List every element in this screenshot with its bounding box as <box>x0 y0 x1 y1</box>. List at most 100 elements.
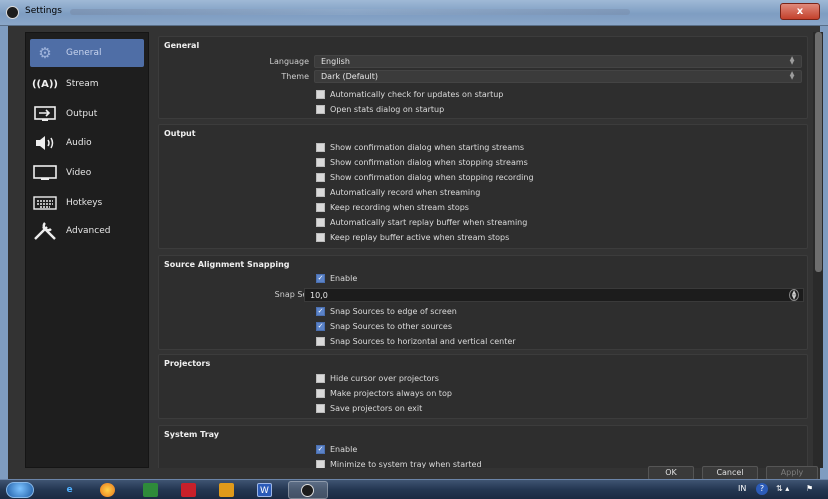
checkbox-label: Automatically check for updates on start… <box>330 90 504 99</box>
sidebar-item-label: Audio <box>66 138 92 148</box>
checkbox-label: Show confirmation dialog when stopping s… <box>330 158 528 167</box>
sidebar-item-label: Video <box>66 168 92 178</box>
sidebar-item-stream[interactable]: ((A)) Stream <box>30 70 144 98</box>
tray-arrows-icon[interactable]: ⇅ ▴ <box>776 484 789 493</box>
projector-option-checkbox[interactable]: Save projectors on exit <box>316 404 422 413</box>
settings-sidebar: ⚙ General ((A)) Stream Output Audio Vide… <box>25 32 149 468</box>
output-option-checkbox[interactable]: Show confirmation dialog when stopping r… <box>316 173 534 182</box>
cancel-button[interactable]: Cancel <box>702 466 758 480</box>
check-updates-checkbox[interactable]: Automatically check for updates on start… <box>316 90 503 99</box>
antenna-icon: ((A)) <box>31 78 59 90</box>
snap-sensitivity-spinbox[interactable]: 10,0 ▲ ▼ <box>304 288 804 302</box>
checkbox-box: ✓ <box>316 274 325 283</box>
checkbox-label: Snap Sources to other sources <box>330 322 453 331</box>
sidebar-item-label: Advanced <box>66 226 111 236</box>
theme-select[interactable]: Dark (Default) ▲ ▼ <box>314 70 802 83</box>
scrollbar-thumb[interactable] <box>815 32 822 272</box>
ok-button[interactable]: OK <box>648 466 694 480</box>
sidebar-item-label: Stream <box>66 79 99 89</box>
projectors-group: Projectors Hide cursor over projectors M… <box>158 354 808 419</box>
checkbox-box <box>316 460 325 468</box>
checkbox-label: Save projectors on exit <box>330 404 423 413</box>
checkbox-box: ✓ <box>316 307 325 316</box>
sidebar-item-audio[interactable]: Audio <box>30 129 144 157</box>
app-red-icon[interactable] <box>181 483 196 497</box>
system-tray-enable-checkbox[interactable]: ✓ Enable <box>316 445 357 454</box>
sidebar-item-label: Output <box>66 109 98 119</box>
checkbox-box <box>316 158 325 167</box>
system-tray-group: System Tray ✓ Enable Minimize to system … <box>158 425 808 468</box>
output-icon <box>30 104 60 124</box>
keyboard-icon <box>30 193 60 213</box>
checkbox-box <box>316 374 325 383</box>
help-icon[interactable]: ? <box>756 483 768 495</box>
sidebar-item-hotkeys[interactable]: Hotkeys <box>30 189 144 217</box>
theme-label: Theme <box>281 72 309 81</box>
windows-taskbar: e W IN ? ⇅ ▴ ⚑ <box>0 479 828 499</box>
flag-icon[interactable]: ⚑ <box>806 484 813 493</box>
checkbox-box: ✓ <box>316 445 325 454</box>
word-icon[interactable]: W <box>257 483 272 497</box>
general-group: General Language English ▲ ▼ Theme Dark (… <box>158 36 808 119</box>
sidebar-item-output[interactable]: Output <box>30 100 144 128</box>
input-language[interactable]: IN <box>738 484 746 493</box>
media-player-icon[interactable] <box>219 483 234 497</box>
checkbox-label: Hide cursor over projectors <box>330 374 439 383</box>
close-button[interactable]: x <box>780 3 820 20</box>
sidebar-item-general[interactable]: ⚙ General <box>30 39 144 67</box>
snap-option-checkbox[interactable]: ✓ Snap Sources to other sources <box>316 322 452 331</box>
checkbox-box <box>316 337 325 346</box>
snapping-group: Source Alignment Snapping ✓ Enable Snap … <box>158 255 808 350</box>
checkbox-label: Automatically record when streaming <box>330 188 481 197</box>
output-option-checkbox[interactable]: Automatically start replay buffer when s… <box>316 218 527 227</box>
projector-option-checkbox[interactable]: Hide cursor over projectors <box>316 374 439 383</box>
checkbox-box <box>316 173 325 182</box>
checkbox-label: Open stats dialog on startup <box>330 105 445 114</box>
output-option-checkbox[interactable]: Automatically record when streaming <box>316 188 480 197</box>
window-title-bar: Settings x <box>0 0 828 26</box>
snap-option-checkbox[interactable]: Snap Sources to horizontal and vertical … <box>316 337 516 346</box>
internet-explorer-icon[interactable]: e <box>62 483 77 497</box>
checkbox-box <box>316 389 325 398</box>
start-button[interactable] <box>6 482 34 498</box>
output-option-checkbox[interactable]: Keep recording when stream stops <box>316 203 469 212</box>
projector-option-checkbox[interactable]: Make projectors always on top <box>316 389 452 398</box>
checkbox-label: Make projectors always on top <box>330 389 452 398</box>
apply-button[interactable]: Apply <box>766 466 818 480</box>
window-title: Settings <box>25 6 62 16</box>
checkbox-box <box>316 105 325 114</box>
output-option-checkbox[interactable]: Show confirmation dialog when starting s… <box>316 143 524 152</box>
group-title: Source Alignment Snapping <box>164 260 290 269</box>
settings-window: ⚙ General ((A)) Stream Output Audio Vide… <box>0 26 828 480</box>
minimize-tray-checkbox[interactable]: Minimize to system tray when started <box>316 460 482 468</box>
settings-content: General Language English ▲ ▼ Theme Dark (… <box>156 32 808 468</box>
language-label: Language <box>269 57 309 66</box>
app-green-icon[interactable] <box>143 483 158 497</box>
taskbar-obs-button[interactable] <box>288 481 328 499</box>
language-value: English <box>321 57 350 66</box>
spin-arrows-icon[interactable]: ▲ ▼ <box>789 289 799 301</box>
language-select[interactable]: English ▲ ▼ <box>314 55 802 68</box>
snapping-enable-checkbox[interactable]: ✓ Enable <box>316 274 357 283</box>
obs-icon <box>301 484 314 497</box>
output-option-checkbox[interactable]: Keep replay buffer active when stream st… <box>316 233 509 242</box>
vertical-scrollbar[interactable] <box>813 32 823 468</box>
checkbox-label: Minimize to system tray when started <box>330 460 482 468</box>
firefox-icon[interactable] <box>100 483 115 497</box>
group-title: General <box>164 41 200 50</box>
open-stats-checkbox[interactable]: Open stats dialog on startup <box>316 105 444 114</box>
checkbox-label: Keep recording when stream stops <box>330 203 469 212</box>
monitor-icon <box>30 163 60 183</box>
checkbox-label: Snap Sources to edge of screen <box>330 307 457 316</box>
snap-option-checkbox[interactable]: ✓ Snap Sources to edge of screen <box>316 307 457 316</box>
gear-icon: ⚙ <box>38 44 52 62</box>
output-option-checkbox[interactable]: Show confirmation dialog when stopping s… <box>316 158 528 167</box>
checkbox-label: Keep replay buffer active when stream st… <box>330 233 510 242</box>
sidebar-item-advanced[interactable]: Advanced <box>30 217 144 245</box>
tools-icon <box>30 221 60 241</box>
sidebar-item-video[interactable]: Video <box>30 159 144 187</box>
obs-app-icon <box>6 6 19 19</box>
checkbox-box <box>316 404 325 413</box>
checkbox-label: Enable <box>330 445 358 454</box>
snap-sensitivity-value: 10,0 <box>310 291 328 300</box>
